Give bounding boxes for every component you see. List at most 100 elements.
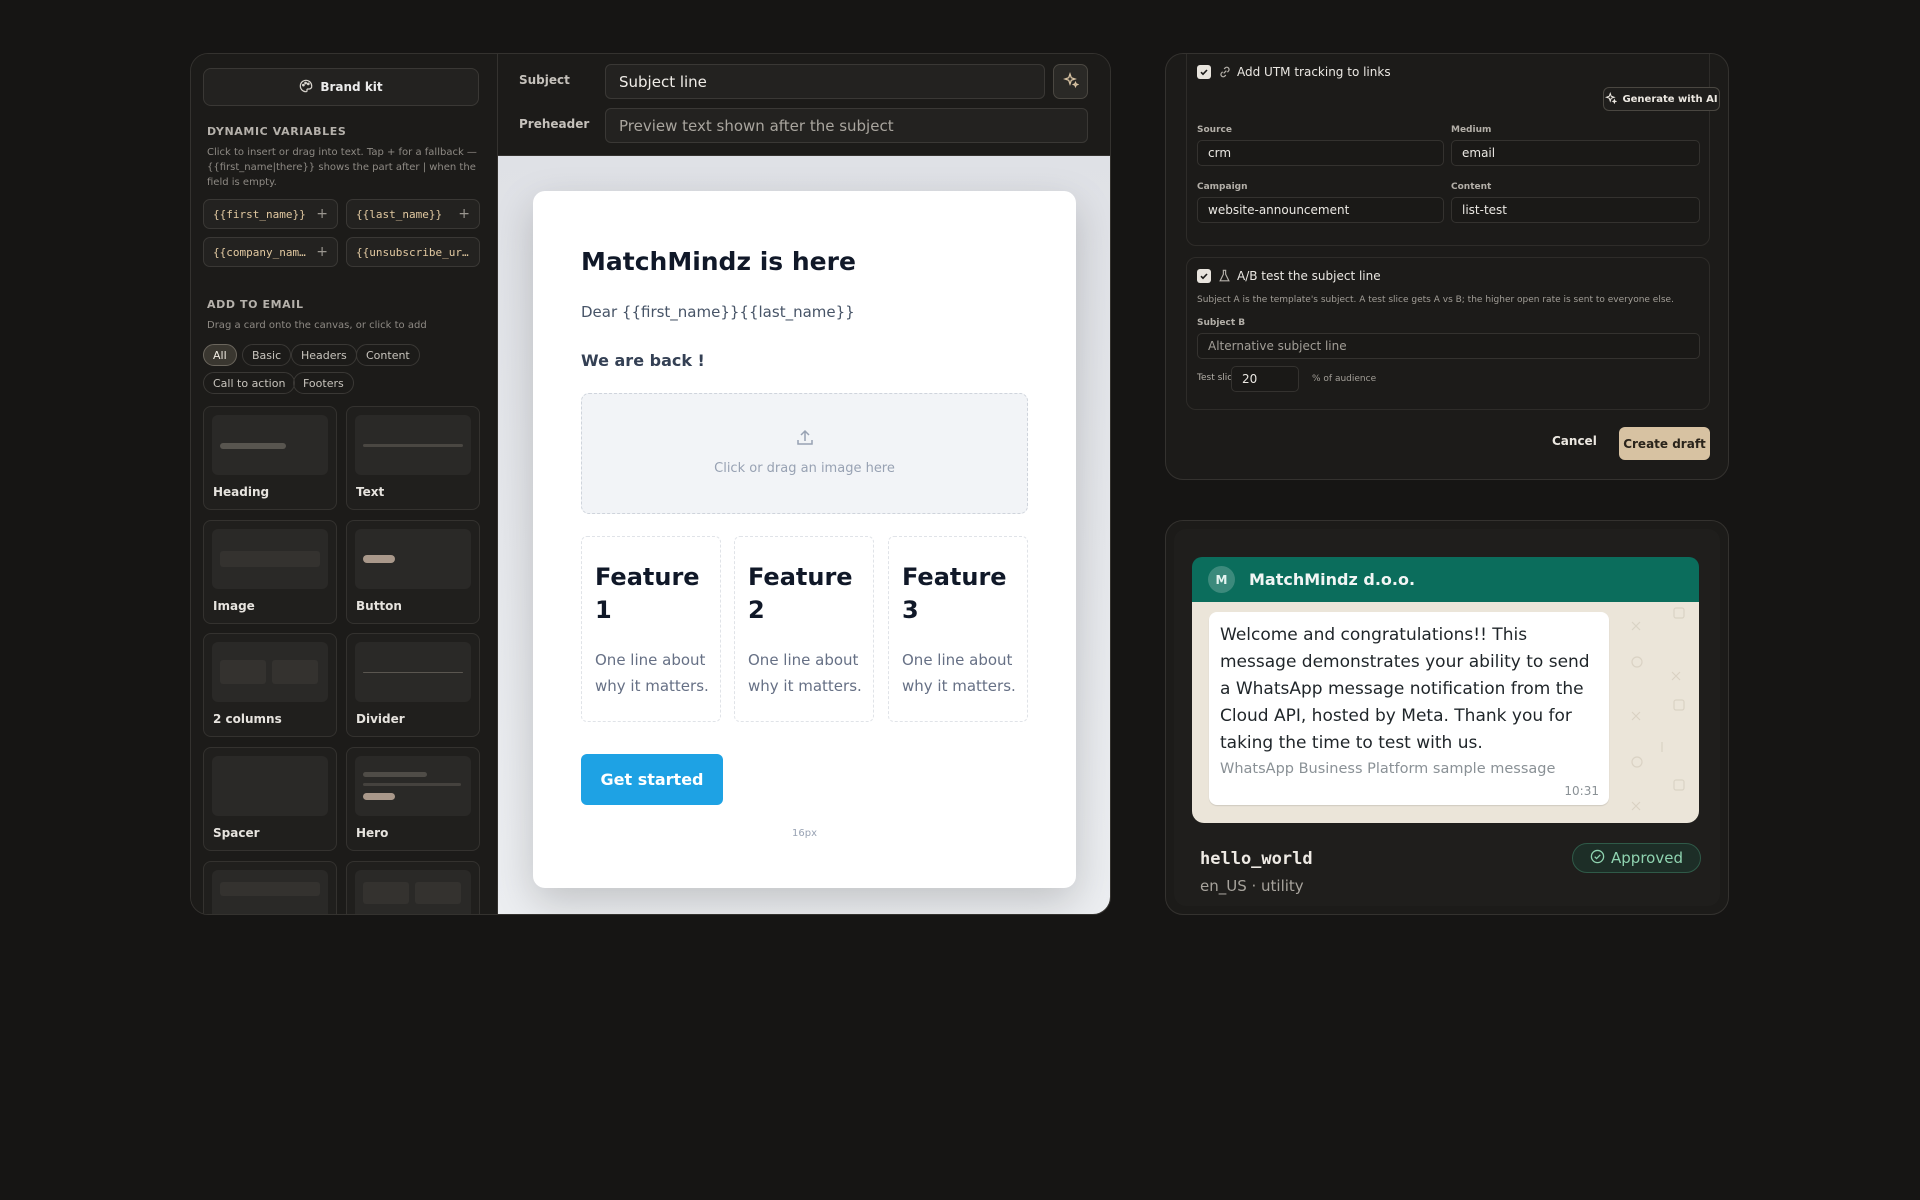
image-dropzone[interactable]: Click or drag an image here <box>581 393 1028 514</box>
image-dropzone-text: Click or drag an image here <box>714 461 895 476</box>
cancel-button[interactable]: Cancel <box>1552 434 1597 448</box>
email-heading[interactable]: MatchMindz is here <box>581 247 856 276</box>
block-thumb <box>212 870 328 914</box>
feature-text: One line about why it matters. <box>748 651 862 695</box>
whatsapp-template-panel: M MatchMindz d.o.o. Welcome and congratu… <box>1165 520 1729 915</box>
brand-kit-label: Brand kit <box>320 80 383 94</box>
block-thumb <box>355 642 471 702</box>
email-editor-panel: Brand kit DYNAMIC VARIABLES Click to ins… <box>190 53 1111 915</box>
block-two-columns[interactable]: 2 columns <box>203 633 337 737</box>
add-fallback-icon[interactable]: + <box>458 206 470 222</box>
upload-icon <box>795 428 815 452</box>
flask-icon <box>1218 268 1231 287</box>
block-heading[interactable]: Heading <box>203 406 337 510</box>
medium-input[interactable]: email <box>1451 140 1700 166</box>
get-started-button[interactable]: Get started <box>581 754 723 805</box>
link-icon <box>1218 64 1232 83</box>
ab-test-label: A/B test the subject line <box>1237 269 1381 283</box>
feature-column-1[interactable]: Feature 1 One line about why it matters. <box>581 536 721 722</box>
utm-checkbox[interactable] <box>1197 65 1211 79</box>
business-name: MatchMindz d.o.o. <box>1249 570 1416 589</box>
add-to-email-title: ADD TO EMAIL <box>207 298 304 311</box>
sparkle-icon <box>1605 91 1618 107</box>
variable-last-name[interactable]: {{last_name}} + <box>346 199 480 229</box>
preheader-label: Preheader <box>519 117 590 131</box>
filter-basic[interactable]: Basic <box>242 344 292 366</box>
feature-title: Feature 3 <box>902 563 1007 624</box>
test-slice-unit: % of audience <box>1312 374 1377 384</box>
feature-title: Feature 2 <box>748 563 853 624</box>
variable-first-name[interactable]: {{first_name}} + <box>203 199 338 229</box>
block-thumb <box>212 415 328 475</box>
generate-ai-button[interactable]: Generate with AI <box>1603 87 1720 111</box>
message-text: Welcome and congratulations!! This messa… <box>1220 625 1590 753</box>
add-fallback-icon[interactable]: + <box>316 206 328 222</box>
email-canvas: MatchMindz is here Dear {{first_name}}{{… <box>498 156 1110 914</box>
source-label: Source <box>1197 125 1232 135</box>
content-input[interactable]: list-test <box>1451 197 1700 223</box>
feature-text: One line about why it matters. <box>595 651 709 695</box>
subject-b-input[interactable]: Alternative subject line <box>1197 333 1700 359</box>
generate-ai-label: Generate with AI <box>1622 93 1718 105</box>
test-slice-input[interactable]: 20 <box>1231 366 1299 392</box>
block-thumb <box>212 642 328 702</box>
utm-card: Add UTM tracking to links Generate with … <box>1186 54 1720 246</box>
email-preview: MatchMindz is here Dear {{first_name}}{{… <box>533 191 1076 888</box>
subject-label: Subject <box>519 73 570 87</box>
block-image[interactable]: Image <box>203 520 337 624</box>
campaign-settings-panel: Add UTM tracking to links Generate with … <box>1165 53 1729 480</box>
editor-sidebar: Brand kit DYNAMIC VARIABLES Click to ins… <box>191 54 498 914</box>
avatar: M <box>1208 566 1235 593</box>
add-fallback-icon[interactable]: + <box>316 244 328 260</box>
feature-column-2[interactable]: Feature 2 One line about why it matters. <box>734 536 874 722</box>
email-greeting[interactable]: Dear {{first_name}}{{last_name}} <box>581 303 855 321</box>
subject-input[interactable]: Subject line <box>605 64 1045 99</box>
message-time: 10:31 <box>1564 784 1599 798</box>
filter-call-to-action[interactable]: Call to action <box>203 372 296 394</box>
dynamic-variables-desc: Click to insert or drag into text. Tap +… <box>207 147 477 188</box>
block-hero[interactable]: Hero <box>346 747 480 851</box>
block-button[interactable]: Button <box>346 520 480 624</box>
campaign-label: Campaign <box>1197 182 1248 192</box>
create-draft-button[interactable]: Create draft <box>1619 427 1710 460</box>
block-text[interactable]: Text <box>346 406 480 510</box>
block-more[interactable] <box>203 861 337 914</box>
add-to-email-desc: Drag a card onto the canvas, or click to… <box>207 320 427 331</box>
filter-content[interactable]: Content <box>356 344 420 366</box>
block-divider[interactable]: Divider <box>346 633 480 737</box>
message-footer: WhatsApp Business Platform sample messag… <box>1220 761 1556 777</box>
variable-unsubscribe-url[interactable]: {{unsubscribe_url}} <box>346 237 480 267</box>
content-label: Content <box>1451 182 1492 192</box>
feature-text: One line about why it matters. <box>902 651 1016 695</box>
block-thumb <box>355 870 471 914</box>
dynamic-variables-title: DYNAMIC VARIABLES <box>207 125 347 138</box>
feature-title: Feature 1 <box>595 563 700 624</box>
email-subheading[interactable]: We are back ! <box>581 351 705 370</box>
subject-b-label: Subject B <box>1197 318 1246 328</box>
block-thumb <box>355 756 471 816</box>
filter-all[interactable]: All <box>203 344 237 366</box>
check-circle-icon <box>1590 849 1605 868</box>
ai-subject-button[interactable] <box>1053 64 1088 99</box>
message-bubble: Welcome and congratulations!! This messa… <box>1209 612 1609 805</box>
variable-company-name[interactable]: {{company_name}} + <box>203 237 338 267</box>
filter-footers[interactable]: Footers <box>293 372 354 394</box>
ab-test-checkbox[interactable] <box>1197 269 1211 283</box>
whatsapp-chat-body: Welcome and congratulations!! This messa… <box>1192 602 1699 823</box>
sparkle-icon <box>1062 71 1079 92</box>
block-thumb <box>212 529 328 589</box>
block-spacer[interactable]: Spacer <box>203 747 337 851</box>
spacer-size-label: 16px <box>792 828 817 839</box>
status-badge: Approved <box>1572 843 1701 873</box>
source-input[interactable]: crm <box>1197 140 1444 166</box>
block-more[interactable] <box>346 861 480 914</box>
preheader-input[interactable]: Preview text shown after the subject <box>605 108 1088 143</box>
filter-headers[interactable]: Headers <box>291 344 357 366</box>
campaign-input[interactable]: website-announcement <box>1197 197 1444 223</box>
brand-kit-button[interactable]: Brand kit <box>203 68 479 106</box>
ab-test-desc: Subject A is the template's subject. A t… <box>1197 295 1674 305</box>
whatsapp-chat-header: M MatchMindz d.o.o. <box>1192 557 1699 602</box>
whatsapp-template-card[interactable]: M MatchMindz d.o.o. Welcome and congratu… <box>1174 529 1720 906</box>
feature-column-3[interactable]: Feature 3 One line about why it matters. <box>888 536 1028 722</box>
utm-label: Add UTM tracking to links <box>1237 65 1391 79</box>
